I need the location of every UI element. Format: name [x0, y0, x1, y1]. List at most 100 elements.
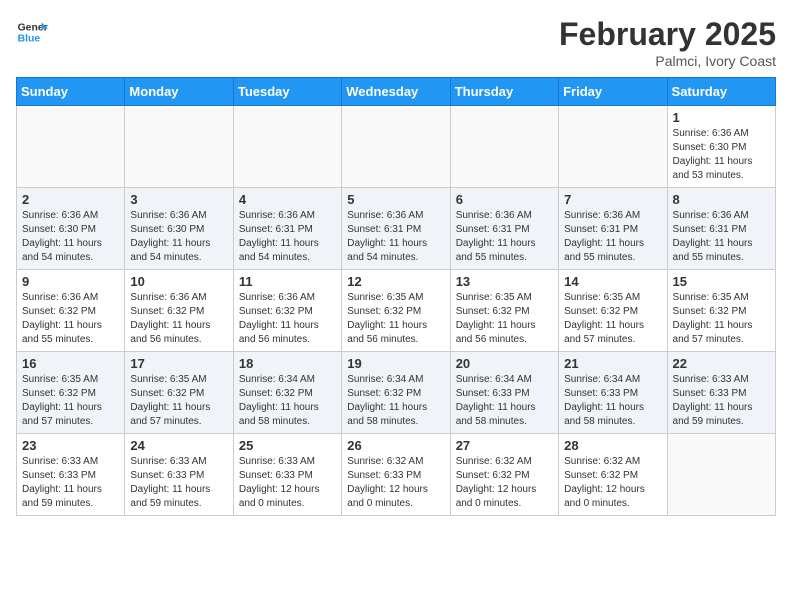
col-header-tuesday: Tuesday: [233, 78, 341, 106]
day-number: 22: [673, 356, 770, 371]
day-number: 16: [22, 356, 119, 371]
day-number: 9: [22, 274, 119, 289]
day-info: Sunrise: 6:33 AM Sunset: 6:33 PM Dayligh…: [130, 455, 227, 511]
day-info: Sunrise: 6:33 AM Sunset: 6:33 PM Dayligh…: [239, 455, 336, 511]
calendar-week-2: 2 Sunrise: 6:36 AM Sunset: 6:30 PM Daylig…: [17, 188, 776, 270]
day-info: Sunrise: 6:35 AM Sunset: 6:32 PM Dayligh…: [456, 291, 553, 347]
logo: General Blue: [16, 16, 48, 48]
day-number: 11: [239, 274, 336, 289]
day-number: 3: [130, 192, 227, 207]
calendar-cell: [17, 106, 125, 188]
day-info: Sunrise: 6:35 AM Sunset: 6:32 PM Dayligh…: [673, 291, 770, 347]
col-header-monday: Monday: [125, 78, 233, 106]
calendar-cell: 9Sunrise: 6:36 AM Sunset: 6:32 PM Daylig…: [17, 270, 125, 352]
calendar-cell: 2 Sunrise: 6:36 AM Sunset: 6:30 PM Daylig…: [17, 188, 125, 270]
day-info: Sunrise: 6:32 AM Sunset: 6:32 PM Dayligh…: [564, 455, 661, 511]
col-header-sunday: Sunday: [17, 78, 125, 106]
calendar-cell: 13 Sunrise: 6:35 AM Sunset: 6:32 PM Dayli…: [450, 270, 558, 352]
col-header-friday: Friday: [559, 78, 667, 106]
day-number: 7: [564, 192, 661, 207]
calendar-cell: 17 Sunrise: 6:35 AM Sunset: 6:32 PM Dayli…: [125, 352, 233, 434]
day-number: 12: [347, 274, 444, 289]
calendar-cell: [667, 434, 775, 516]
calendar-cell: 15 Sunrise: 6:35 AM Sunset: 6:32 PM Dayli…: [667, 270, 775, 352]
day-info: Sunrise: 6:36 AM Sunset: 6:30 PM Dayligh…: [673, 127, 770, 183]
calendar-cell: 11 Sunrise: 6:36 AM Sunset: 6:32 PM Dayli…: [233, 270, 341, 352]
calendar-cell: 21 Sunrise: 6:34 AM Sunset: 6:33 PM Dayli…: [559, 352, 667, 434]
day-info: Sunrise: 6:36 AM Sunset: 6:31 PM Dayligh…: [673, 209, 770, 265]
calendar-cell: 18 Sunrise: 6:34 AM Sunset: 6:32 PM Dayli…: [233, 352, 341, 434]
day-number: 18: [239, 356, 336, 371]
calendar-cell: [342, 106, 450, 188]
day-number: 6: [456, 192, 553, 207]
day-number: 1: [673, 110, 770, 125]
day-info: Sunrise: 6:35 AM Sunset: 6:32 PM Dayligh…: [564, 291, 661, 347]
logo-icon: General Blue: [16, 16, 48, 48]
day-info: Sunrise: 6:33 AM Sunset: 6:33 PM Dayligh…: [673, 373, 770, 429]
day-number: 17: [130, 356, 227, 371]
title-block: February 2025 Palmci, Ivory Coast: [559, 16, 776, 69]
day-info: Sunrise: 6:36 AM Sunset: 6:31 PM Dayligh…: [564, 209, 661, 265]
calendar-cell: [233, 106, 341, 188]
day-info: Sunrise: 6:32 AM Sunset: 6:33 PM Dayligh…: [347, 455, 444, 511]
calendar-week-5: 23 Sunrise: 6:33 AM Sunset: 6:33 PM Dayli…: [17, 434, 776, 516]
calendar-cell: [450, 106, 558, 188]
location: Palmci, Ivory Coast: [559, 53, 776, 69]
day-info: Sunrise: 6:36 AM Sunset: 6:31 PM Dayligh…: [347, 209, 444, 265]
day-info: Sunrise: 6:34 AM Sunset: 6:32 PM Dayligh…: [347, 373, 444, 429]
calendar-header-row: SundayMondayTuesdayWednesdayThursdayFrid…: [17, 78, 776, 106]
calendar-week-3: 9 Sunrise: 6:36 AM Sunset: 6:32 PM Daylig…: [17, 270, 776, 352]
calendar-cell: 12 Sunrise: 6:35 AM Sunset: 6:32 PM Dayli…: [342, 270, 450, 352]
day-number: 28: [564, 438, 661, 453]
calendar-table: SundayMondayTuesdayWednesdayThursdayFrid…: [16, 77, 776, 516]
day-number: 20: [456, 356, 553, 371]
calendar-cell: [559, 106, 667, 188]
day-number: 14: [564, 274, 661, 289]
calendar-cell: 26 Sunrise: 6:32 AM Sunset: 6:33 PM Dayli…: [342, 434, 450, 516]
day-number: 19: [347, 356, 444, 371]
page-header: General Blue February 2025 Palmci, Ivory…: [16, 16, 776, 69]
calendar-cell: 27Sunrise: 6:32 AM Sunset: 6:32 PM Dayli…: [450, 434, 558, 516]
day-info: Sunrise: 6:35 AM Sunset: 6:32 PM Dayligh…: [347, 291, 444, 347]
day-number: 13: [456, 274, 553, 289]
calendar-cell: 3Sunrise: 6:36 AM Sunset: 6:30 PM Daylig…: [125, 188, 233, 270]
day-number: 24: [130, 438, 227, 453]
calendar-cell: 24 Sunrise: 6:33 AM Sunset: 6:33 PM Dayli…: [125, 434, 233, 516]
col-header-thursday: Thursday: [450, 78, 558, 106]
day-number: 5: [347, 192, 444, 207]
day-info: Sunrise: 6:34 AM Sunset: 6:33 PM Dayligh…: [456, 373, 553, 429]
day-number: 21: [564, 356, 661, 371]
calendar-cell: 25 Sunrise: 6:33 AM Sunset: 6:33 PM Dayli…: [233, 434, 341, 516]
calendar-cell: 5 Sunrise: 6:36 AM Sunset: 6:31 PM Daylig…: [342, 188, 450, 270]
calendar-cell: 19 Sunrise: 6:34 AM Sunset: 6:32 PM Dayli…: [342, 352, 450, 434]
day-info: Sunrise: 6:35 AM Sunset: 6:32 PM Dayligh…: [22, 373, 119, 429]
day-number: 25: [239, 438, 336, 453]
day-info: Sunrise: 6:34 AM Sunset: 6:32 PM Dayligh…: [239, 373, 336, 429]
day-info: Sunrise: 6:34 AM Sunset: 6:33 PM Dayligh…: [564, 373, 661, 429]
day-info: Sunrise: 6:36 AM Sunset: 6:30 PM Dayligh…: [22, 209, 119, 265]
calendar-cell: 6Sunrise: 6:36 AM Sunset: 6:31 PM Daylig…: [450, 188, 558, 270]
calendar-cell: 16 Sunrise: 6:35 AM Sunset: 6:32 PM Dayli…: [17, 352, 125, 434]
day-info: Sunrise: 6:33 AM Sunset: 6:33 PM Dayligh…: [22, 455, 119, 511]
day-number: 4: [239, 192, 336, 207]
calendar-cell: 20 Sunrise: 6:34 AM Sunset: 6:33 PM Dayli…: [450, 352, 558, 434]
col-header-wednesday: Wednesday: [342, 78, 450, 106]
calendar-week-4: 16 Sunrise: 6:35 AM Sunset: 6:32 PM Dayli…: [17, 352, 776, 434]
calendar-cell: 1 Sunrise: 6:36 AM Sunset: 6:30 PM Daylig…: [667, 106, 775, 188]
day-info: Sunrise: 6:32 AM Sunset: 6:32 PM Dayligh…: [456, 455, 553, 511]
day-info: Sunrise: 6:35 AM Sunset: 6:32 PM Dayligh…: [130, 373, 227, 429]
svg-text:Blue: Blue: [18, 34, 41, 45]
calendar-cell: 4Sunrise: 6:36 AM Sunset: 6:31 PM Daylig…: [233, 188, 341, 270]
calendar-week-1: 1 Sunrise: 6:36 AM Sunset: 6:30 PM Daylig…: [17, 106, 776, 188]
day-info: Sunrise: 6:36 AM Sunset: 6:32 PM Dayligh…: [239, 291, 336, 347]
calendar-cell: 7 Sunrise: 6:36 AM Sunset: 6:31 PM Daylig…: [559, 188, 667, 270]
calendar-cell: 23 Sunrise: 6:33 AM Sunset: 6:33 PM Dayli…: [17, 434, 125, 516]
day-number: 23: [22, 438, 119, 453]
day-number: 10: [130, 274, 227, 289]
day-number: 26: [347, 438, 444, 453]
calendar-cell: [125, 106, 233, 188]
calendar-cell: 14 Sunrise: 6:35 AM Sunset: 6:32 PM Dayli…: [559, 270, 667, 352]
day-number: 15: [673, 274, 770, 289]
col-header-saturday: Saturday: [667, 78, 775, 106]
day-number: 2: [22, 192, 119, 207]
